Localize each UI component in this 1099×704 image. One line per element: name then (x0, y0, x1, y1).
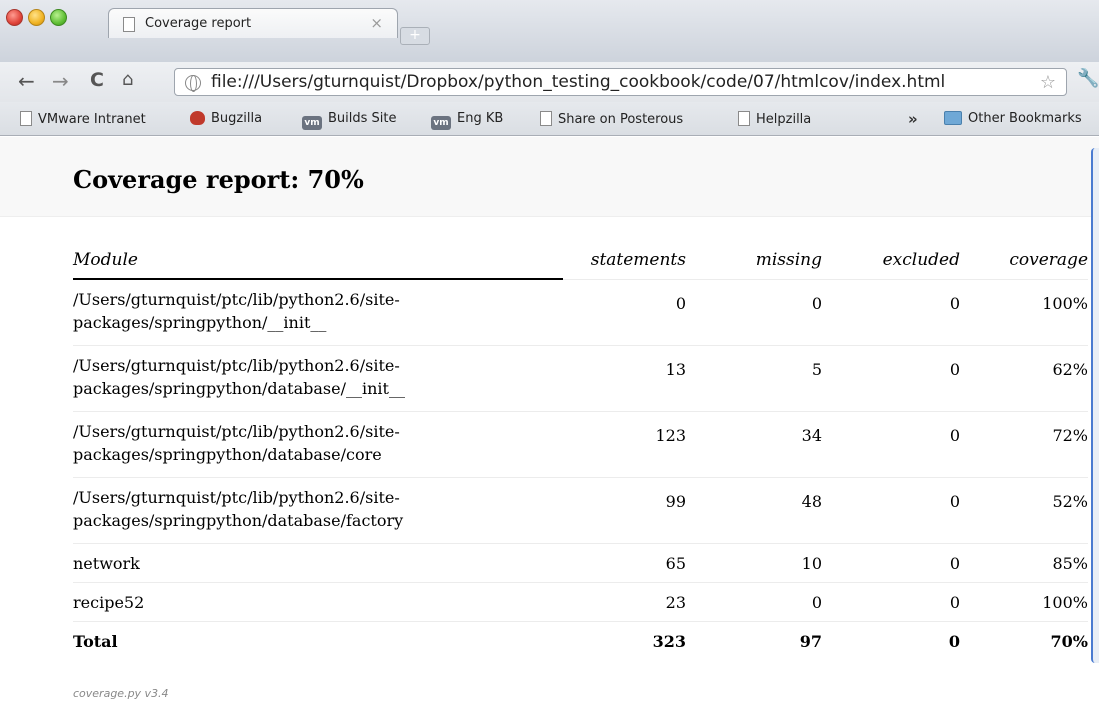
column-header-coverage[interactable]: coverage (960, 241, 1088, 279)
missing-cell: 0 (686, 581, 822, 621)
table-row: /Users/gturnquist/ptc/lib/python2.6/site… (73, 410, 1088, 477)
module-name-link[interactable]: /Users/gturnquist/ptc/lib/python2.6/site… (73, 476, 563, 543)
coverage-cell: 72% (960, 410, 1088, 477)
column-header-statements[interactable]: statements (563, 241, 686, 279)
statements-cell: 13 (563, 344, 686, 411)
navigation-toolbar: ← → C ⌂ file:///Users/gturnquist/Dropbox… (0, 62, 1099, 102)
minimize-window-button[interactable] (28, 9, 45, 26)
excluded-cell: 0 (822, 581, 960, 621)
statements-cell: 123 (563, 410, 686, 477)
bookmark-eng-kb[interactable]: vm Eng KB (431, 111, 503, 130)
address-bar[interactable]: file:///Users/gturnquist/Dropbox/python_… (174, 68, 1067, 96)
statements-cell: 0 (563, 278, 686, 345)
table-header-row: Module statements missing excluded cover… (73, 241, 1088, 280)
module-name-link[interactable]: /Users/gturnquist/ptc/lib/python2.6/site… (73, 410, 563, 477)
bookmark-helpzilla[interactable]: Helpzilla (738, 111, 811, 127)
zoom-window-button[interactable] (50, 9, 67, 26)
page-title: Coverage report: 70% (73, 165, 364, 194)
total-statements-cell: 323 (563, 620, 686, 660)
total-missing-cell: 97 (686, 620, 822, 660)
table-row: /Users/gturnquist/ptc/lib/python2.6/site… (73, 476, 1088, 543)
missing-cell: 34 (686, 410, 822, 477)
vm-icon: vm (302, 116, 322, 130)
coverage-cell: 52% (960, 476, 1088, 543)
page-icon (20, 111, 32, 126)
bookmark-share-on-posterous[interactable]: Share on Posterous (540, 111, 683, 127)
total-row: Total 323 97 0 70% (73, 620, 1088, 660)
excluded-cell: 0 (822, 278, 960, 345)
missing-cell: 10 (686, 542, 822, 582)
table-row: recipe52 23 0 0 100% (73, 581, 1088, 621)
close-icon[interactable]: × (370, 14, 383, 32)
reload-icon[interactable]: C (90, 69, 104, 91)
bookmark-star-icon[interactable]: ☆ (1040, 72, 1056, 93)
page-icon (540, 111, 552, 126)
coverage-cell: 100% (960, 278, 1088, 345)
vertical-scrollbar[interactable] (1091, 148, 1099, 663)
folder-icon (944, 111, 962, 125)
close-window-button[interactable] (6, 9, 23, 26)
wrench-menu-icon[interactable]: 🔧 (1077, 68, 1099, 89)
more-bookmarks-chevron-icon[interactable]: » (908, 110, 918, 128)
missing-cell: 5 (686, 344, 822, 411)
new-tab-button[interactable]: + (400, 27, 430, 45)
other-bookmarks-button[interactable]: Other Bookmarks (944, 111, 1082, 126)
statements-cell: 23 (563, 581, 686, 621)
module-name-link[interactable]: /Users/gturnquist/ptc/lib/python2.6/site… (73, 278, 563, 345)
bookmarks-bar: VMware Intranet Bugzilla vm Builds Site v… (0, 102, 1099, 136)
column-header-module[interactable]: Module (73, 241, 563, 280)
total-excluded-cell: 0 (822, 620, 960, 660)
window-titlebar: Coverage report × + (0, 0, 1099, 62)
coverage-cell: 85% (960, 542, 1088, 582)
excluded-cell: 0 (822, 344, 960, 411)
back-arrow-icon[interactable]: ← (18, 69, 35, 93)
bookmark-builds-site[interactable]: vm Builds Site (302, 111, 397, 130)
tab-title: Coverage report (145, 16, 252, 31)
coverage-cell: 100% (960, 581, 1088, 621)
bookmark-bugzilla[interactable]: Bugzilla (190, 111, 262, 126)
footer-version[interactable]: coverage.py v3.4 (73, 687, 169, 700)
page-content: Coverage report: 70% Module statements m… (0, 137, 1099, 704)
missing-cell: 0 (686, 278, 822, 345)
missing-cell: 48 (686, 476, 822, 543)
column-header-missing[interactable]: missing (686, 241, 822, 279)
module-name-link[interactable]: /Users/gturnquist/ptc/lib/python2.6/site… (73, 344, 563, 411)
module-name-link[interactable]: network (73, 542, 563, 582)
statements-cell: 99 (563, 476, 686, 543)
vm-icon: vm (431, 116, 451, 130)
excluded-cell: 0 (822, 410, 960, 477)
url-text[interactable]: file:///Users/gturnquist/Dropbox/python_… (211, 72, 945, 92)
module-name-link[interactable]: recipe52 (73, 581, 563, 621)
globe-icon (185, 75, 201, 92)
forward-arrow-icon[interactable]: → (52, 69, 69, 93)
report-header: Coverage report: 70% (0, 137, 1099, 217)
total-label: Total (73, 620, 563, 660)
excluded-cell: 0 (822, 542, 960, 582)
total-coverage-cell: 70% (960, 620, 1088, 660)
table-row: network 65 10 0 85% (73, 542, 1088, 582)
page-icon (123, 17, 135, 32)
coverage-table: Module statements missing excluded cover… (73, 241, 1088, 660)
excluded-cell: 0 (822, 476, 960, 543)
page-icon (738, 111, 750, 126)
bug-icon (190, 111, 205, 125)
statements-cell: 65 (563, 542, 686, 582)
column-header-excluded[interactable]: excluded (822, 241, 960, 279)
table-row: /Users/gturnquist/ptc/lib/python2.6/site… (73, 344, 1088, 411)
bookmark-vmware-intranet[interactable]: VMware Intranet (20, 111, 146, 127)
table-row: /Users/gturnquist/ptc/lib/python2.6/site… (73, 278, 1088, 345)
home-icon[interactable]: ⌂ (122, 69, 133, 90)
tab-coverage-report[interactable]: Coverage report × (108, 8, 398, 38)
coverage-cell: 62% (960, 344, 1088, 411)
